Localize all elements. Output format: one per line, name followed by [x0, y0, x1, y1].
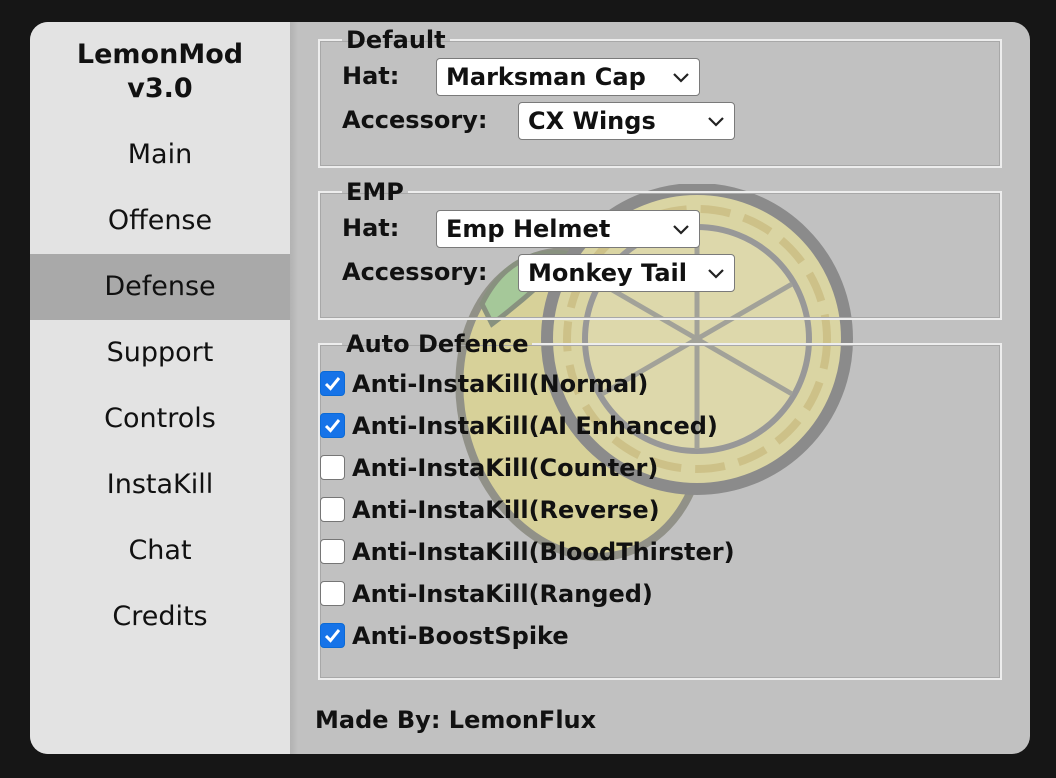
sidebar-item-main[interactable]: Main [30, 122, 290, 188]
checkmark-icon [324, 629, 341, 643]
checkmark-icon [324, 419, 341, 433]
chevron-down-icon [708, 269, 724, 279]
default-accessory-value: CX Wings [528, 107, 656, 135]
defense-panel: Default Hat: Marksman Cap Accessory: CX … [290, 22, 1030, 754]
sidebar-item-defense[interactable]: Defense [30, 254, 290, 320]
chevron-down-icon [673, 225, 689, 235]
auto-defence-legend: Auto Defence [346, 330, 529, 358]
default-accessory-label: Accessory: [342, 106, 488, 134]
sidebar-item-offense[interactable]: Offense [30, 188, 290, 254]
anti-instakill-ai-enhanced-checkbox[interactable] [320, 413, 345, 438]
anti-instakill-ranged-label: Anti-InstaKill(Ranged) [352, 580, 653, 608]
emp-accessory-value: Monkey Tail [528, 259, 687, 287]
anti-instakill-reverse-checkbox[interactable] [320, 497, 345, 522]
sidebar-item-chat[interactable]: Chat [30, 518, 290, 584]
anti-boostspike-checkbox[interactable] [320, 623, 345, 648]
anti-instakill-ai-enhanced-label: Anti-InstaKill(AI Enhanced) [352, 412, 718, 440]
anti-instakill-bloodthirster-checkbox[interactable] [320, 539, 345, 564]
default-loadout-group: Default [318, 28, 1002, 168]
default-hat-select[interactable]: Marksman Cap [436, 58, 700, 96]
sidebar-item-support[interactable]: Support [30, 320, 290, 386]
emp-hat-label: Hat: [342, 214, 400, 242]
default-legend: Default [346, 26, 446, 54]
anti-instakill-ranged-checkbox[interactable] [320, 581, 345, 606]
footer-credit: Made By: LemonFlux [315, 706, 597, 734]
sidebar-item-credits[interactable]: Credits [30, 584, 290, 650]
anti-instakill-counter-label: Anti-InstaKill(Counter) [352, 454, 659, 482]
anti-instakill-normal-label: Anti-InstaKill(Normal) [352, 370, 649, 398]
default-hat-label: Hat: [342, 62, 400, 90]
sidebar-item-instakill[interactable]: InstaKill [30, 452, 290, 518]
app-title-version: v3.0 [127, 73, 193, 104]
anti-instakill-bloodthirster-label: Anti-InstaKill(BloodThirster) [352, 538, 735, 566]
anti-boostspike-label: Anti-BoostSpike [352, 622, 569, 650]
chevron-down-icon [708, 117, 724, 127]
default-hat-value: Marksman Cap [446, 63, 646, 91]
default-accessory-select[interactable]: CX Wings [518, 102, 735, 140]
emp-loadout-group: EMP [318, 180, 1002, 320]
anti-instakill-counter-checkbox[interactable] [320, 455, 345, 480]
lemonmod-window: LemonMod v3.0 Main Offense Defense Suppo… [30, 22, 1030, 754]
anti-instakill-normal-checkbox[interactable] [320, 371, 345, 396]
emp-legend: EMP [346, 178, 404, 206]
app-title-name: LemonMod [76, 39, 244, 70]
chevron-down-icon [673, 73, 689, 83]
app-title: LemonMod v3.0 [30, 38, 290, 106]
sidebar-item-controls[interactable]: Controls [30, 386, 290, 452]
checkmark-icon [324, 377, 341, 391]
emp-hat-value: Emp Helmet [446, 215, 611, 243]
sidebar: LemonMod v3.0 Main Offense Defense Suppo… [30, 22, 290, 754]
emp-accessory-select[interactable]: Monkey Tail [518, 254, 735, 292]
emp-accessory-label: Accessory: [342, 258, 488, 286]
anti-instakill-reverse-label: Anti-InstaKill(Reverse) [352, 496, 660, 524]
emp-hat-select[interactable]: Emp Helmet [436, 210, 700, 248]
